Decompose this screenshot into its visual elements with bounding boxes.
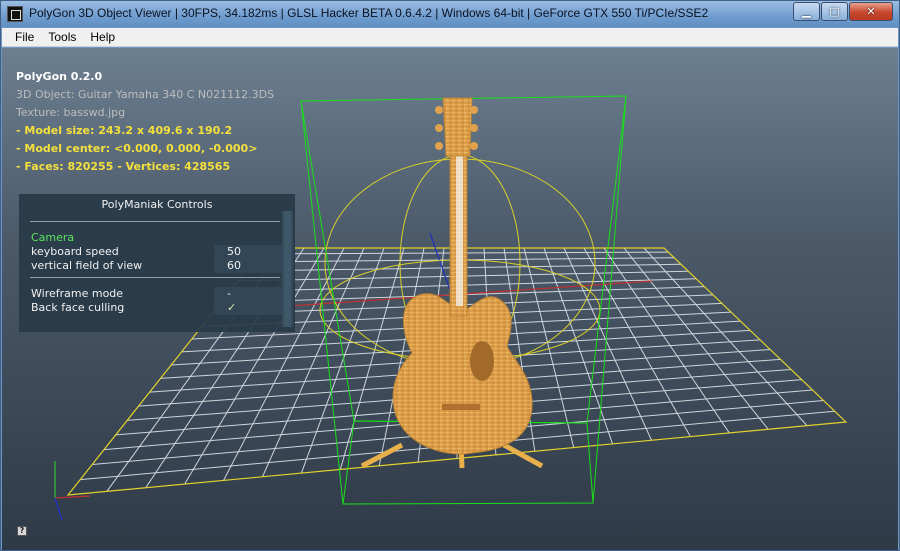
title-bar[interactable]: PolyGon 3D Object Viewer | 30FPS, 34.182…	[1, 1, 899, 27]
wireframe-toggle[interactable]: -	[214, 287, 282, 301]
maximize-icon: □	[829, 5, 840, 18]
grid-line	[623, 247, 769, 430]
app-icon[interactable]	[7, 6, 23, 22]
fov-label: vertical field of view	[31, 259, 143, 272]
object-name: 3D Object: Guitar Yamaha 340 C N021112.3…	[16, 88, 275, 101]
faces-vertices: - Faces: 820255 - Vertices: 428565	[16, 160, 231, 173]
fov-field[interactable]: 60	[214, 259, 282, 273]
backface-toggle[interactable]: ✓	[214, 301, 282, 315]
axes-gizmo	[54, 461, 91, 521]
info-overlay: PolyGon 0.2.0 3D Object: Guitar Yamaha 3…	[16, 68, 274, 176]
close-icon: ✕	[866, 5, 876, 18]
app-window: PolyGon 3D Object Viewer | 30FPS, 34.182…	[0, 0, 900, 551]
divider	[30, 277, 280, 278]
app-version: PolyGon 0.2.0	[16, 70, 103, 83]
camera-section-header: Camera	[31, 231, 75, 244]
minimize-button[interactable]: ▁	[793, 2, 820, 21]
grid-line	[543, 247, 614, 445]
menu-bar: File Tools Help	[2, 28, 898, 47]
model-size: - Model size: 243.2 x 409.6 x 190.2	[16, 124, 233, 137]
menu-file[interactable]: File	[2, 28, 41, 46]
panel-scrollbar[interactable]	[282, 211, 293, 327]
divider	[30, 221, 280, 222]
keyboard-speed-field[interactable]: 50	[214, 245, 282, 259]
backface-row: Back face culling ✓	[31, 301, 282, 315]
menu-help[interactable]: Help	[83, 28, 122, 46]
keyboard-speed-row: keyboard speed 50	[31, 245, 282, 259]
minimize-icon: ▁	[802, 5, 811, 18]
wireframe-row: Wireframe mode -	[31, 287, 282, 301]
backface-label: Back face culling	[31, 301, 125, 314]
caption-buttons: ▁ □ ✕	[793, 2, 893, 21]
controls-title[interactable]: PolyManiak Controls	[20, 198, 294, 211]
close-button[interactable]: ✕	[849, 2, 893, 21]
texture-name: Texture: basswd.jpg	[16, 106, 126, 119]
menu-tools[interactable]: Tools	[41, 28, 83, 46]
help-button[interactable]: ?	[17, 526, 27, 536]
keyboard-speed-label: keyboard speed	[31, 245, 119, 258]
window-title: PolyGon 3D Object Viewer | 30FPS, 34.182…	[29, 6, 709, 20]
grid-line	[603, 247, 730, 434]
maximize-button[interactable]: □	[821, 2, 848, 21]
grid-line	[643, 247, 808, 426]
fov-row: vertical field of view 60	[31, 259, 282, 273]
model-center: - Model center: <0.000, 0.000, -0.000>	[16, 142, 258, 155]
controls-panel: PolyManiak Controls Camera keyboard spee…	[19, 194, 295, 332]
wireframe-label: Wireframe mode	[31, 287, 124, 300]
3d-viewport[interactable]: PolyGon 0.2.0 3D Object: Guitar Yamaha 3…	[2, 48, 898, 550]
